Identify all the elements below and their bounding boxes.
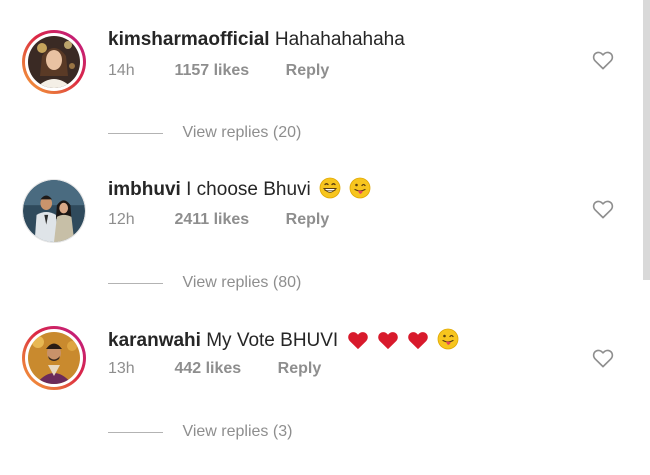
red-heart-emoji [408,332,428,350]
grinning-face-emoji [319,177,341,199]
comment-meta: 13h 442 likes Reply [108,359,321,379]
comment-line: imbhuvi I choose Bhuvi [108,177,371,201]
avatar-photo [28,332,80,384]
view-replies-button[interactable]: View replies (80) [108,274,301,294]
comment-item: imbhuvi I choose Bhuvi 12h 2411 likes Re… [0,150,640,300]
avatar[interactable] [22,30,86,94]
avatar-photo [23,180,85,242]
username-link[interactable]: karanwahi [108,330,201,351]
winking-tongue-face-emoji [349,177,371,199]
heart-outline-icon[interactable] [592,348,614,368]
avatar-photo [28,36,80,88]
reply-button[interactable]: Reply [286,210,330,230]
heart-outline-icon[interactable] [592,199,614,219]
comment-line: karanwahi My Vote BHUVI [108,328,459,352]
view-replies-label: View replies (3) [182,423,293,440]
timestamp: 12h [108,211,135,228]
username-link[interactable]: imbhuvi [108,179,181,200]
likes-count[interactable]: 1157 likes [174,61,249,81]
comments-screen: kimsharmaofficial Hahahahahaha 14h 1157 … [0,0,650,475]
comment-meta: 14h 1157 likes Reply [108,61,329,81]
avatar[interactable] [22,179,86,243]
comment-text: I choose Bhuvi [186,179,311,200]
timestamp: 14h [108,62,135,79]
comment-text: My Vote BHUVI [206,330,339,351]
heart-outline-icon[interactable] [592,50,614,70]
comment-item: kimsharmaofficial Hahahahahaha 14h 1157 … [0,0,640,150]
reply-button[interactable]: Reply [286,61,330,81]
reply-button[interactable]: Reply [278,359,322,379]
scrollbar-thumb[interactable] [643,0,650,280]
comment-meta: 12h 2411 likes Reply [108,210,329,230]
comment-text: Hahahahahaha [274,29,405,50]
username-link[interactable]: kimsharmaofficial [108,29,270,50]
comment-line: kimsharmaofficial Hahahahahaha [108,29,405,51]
avatar[interactable] [22,326,86,390]
red-heart-emoji [377,332,398,350]
comment-item: karanwahi My Vote BHUVI 13h 442 likes Re… [0,300,640,450]
divider-line [108,282,163,284]
winking-tongue-face-emoji [437,328,459,350]
timestamp: 13h [108,360,135,377]
red-heart-emoji [347,332,368,350]
view-replies-label: View replies (20) [182,124,302,141]
divider-line [108,431,163,433]
likes-count[interactable]: 442 likes [174,359,241,379]
likes-count[interactable]: 2411 likes [174,210,249,230]
divider-line [108,132,163,134]
view-replies-button[interactable]: View replies (3) [108,423,292,443]
view-replies-label: View replies (80) [182,274,302,291]
view-replies-button[interactable]: View replies (20) [108,124,301,144]
